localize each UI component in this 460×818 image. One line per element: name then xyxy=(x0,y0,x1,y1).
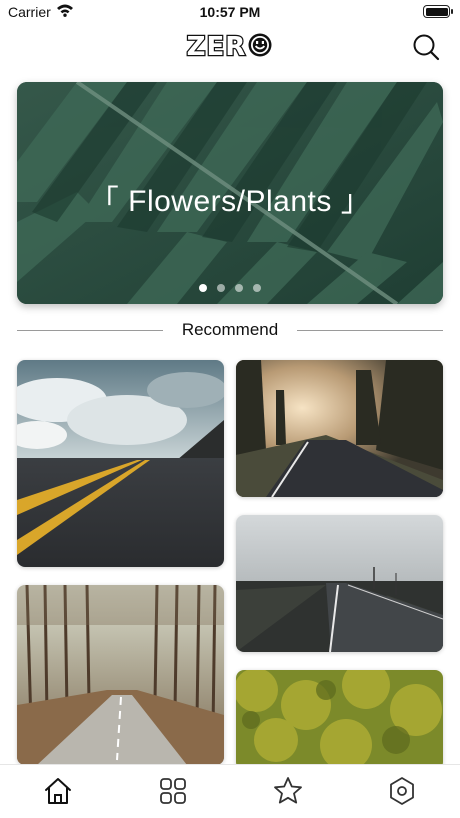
status-time: 10:57 PM xyxy=(199,4,261,20)
page-dot[interactable] xyxy=(235,284,243,292)
logo-text: ZER xyxy=(185,31,247,64)
page-dot[interactable] xyxy=(217,284,225,292)
photo-card-forest-path[interactable] xyxy=(17,585,224,765)
forest-path-image xyxy=(17,585,224,765)
banner-title: 「 Flowers/Plants 」 xyxy=(88,185,372,218)
forest-road-image xyxy=(236,360,443,497)
divider-right xyxy=(297,330,443,331)
photo-card-wet-road[interactable] xyxy=(236,515,443,652)
asphalt-road-image xyxy=(17,360,224,567)
home-icon[interactable] xyxy=(42,775,74,807)
search-icon[interactable] xyxy=(412,33,440,61)
banner-page-indicator[interactable] xyxy=(17,284,443,292)
photo-card-asphalt-road[interactable] xyxy=(17,360,224,567)
nav-bar: ZER xyxy=(0,24,460,72)
photo-card-yellow-foliage[interactable] xyxy=(236,670,443,770)
status-bar: Carrier 10:57 PM xyxy=(0,0,460,24)
app-logo: ZER xyxy=(0,31,460,64)
photo-card-forest-road[interactable] xyxy=(236,360,443,497)
grid-icon[interactable] xyxy=(157,775,189,807)
battery-icon xyxy=(423,5,453,18)
hexagon-settings-icon[interactable] xyxy=(386,775,418,807)
tab-bar xyxy=(0,764,460,818)
featured-banner[interactable]: 「 Flowers/Plants 」 xyxy=(17,82,443,304)
recommend-header: Recommend xyxy=(17,318,443,342)
star-icon[interactable] xyxy=(272,775,304,807)
wet-road-image xyxy=(236,515,443,652)
page-dot[interactable] xyxy=(253,284,261,292)
smiley-o-icon xyxy=(248,33,272,57)
page-dot[interactable] xyxy=(199,284,207,292)
yellow-foliage-image xyxy=(236,670,443,770)
